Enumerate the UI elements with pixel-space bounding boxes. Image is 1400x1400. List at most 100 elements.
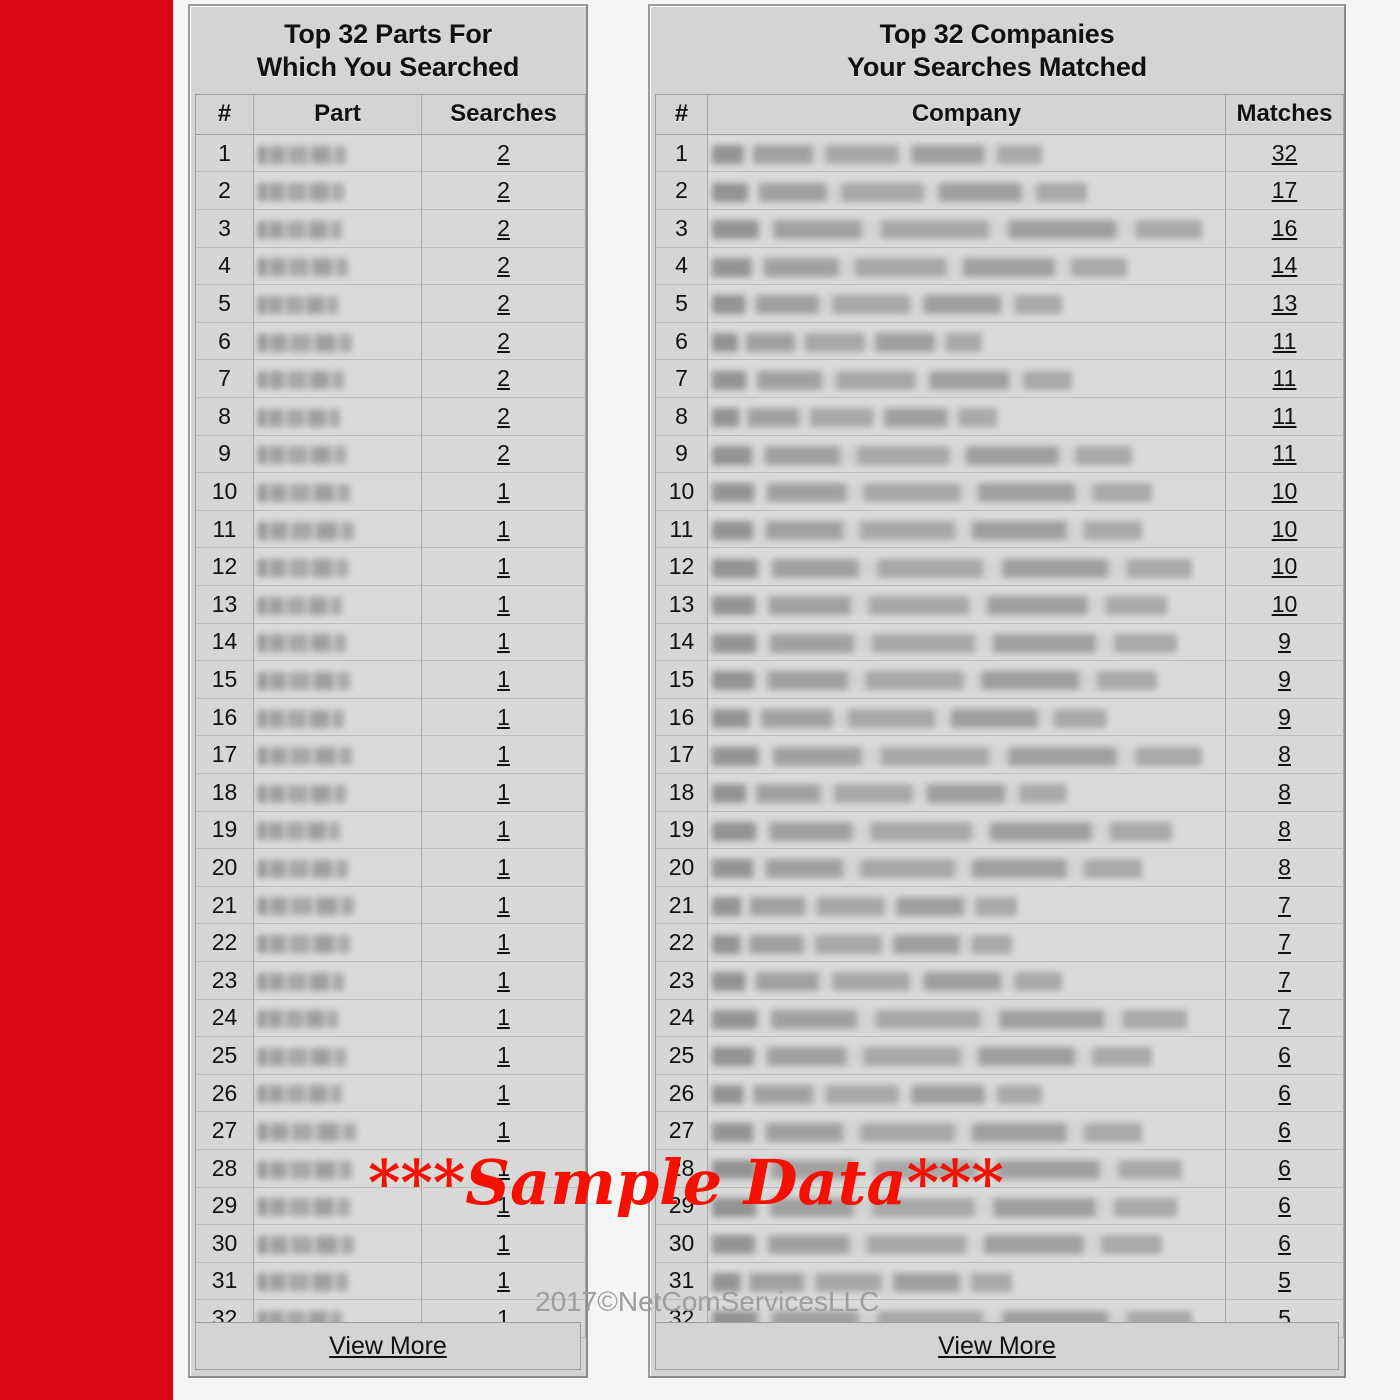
company-name-cell[interactable] <box>708 210 1226 248</box>
company-name-cell[interactable] <box>708 172 1226 211</box>
search-count-cell[interactable]: 1 <box>422 1037 586 1075</box>
match-count-link[interactable]: 9 <box>1278 628 1291 654</box>
company-name-cell[interactable] <box>708 1149 1226 1188</box>
match-count-cell[interactable]: 11 <box>1226 322 1344 361</box>
company-name-cell[interactable] <box>708 1262 1226 1301</box>
part-name-cell[interactable] <box>254 247 422 286</box>
company-name-cell[interactable] <box>708 736 1226 774</box>
match-count-cell[interactable]: 14 <box>1226 247 1344 286</box>
part-name-cell[interactable] <box>254 1149 422 1188</box>
search-count-link[interactable]: 1 <box>497 1080 510 1106</box>
match-count-cell[interactable]: 13 <box>1226 285 1344 323</box>
company-name-cell[interactable] <box>708 586 1226 624</box>
match-count-link[interactable]: 10 <box>1272 478 1298 504</box>
company-name-cell[interactable] <box>708 698 1226 737</box>
company-name-cell[interactable] <box>708 661 1226 699</box>
part-name-cell[interactable] <box>254 698 422 737</box>
search-count-cell[interactable]: 2 <box>422 134 586 173</box>
parts-view-more-row[interactable]: View More <box>195 1322 581 1370</box>
match-count-link[interactable]: 8 <box>1278 779 1291 805</box>
match-count-link[interactable]: 8 <box>1278 741 1291 767</box>
companies-view-more-link[interactable]: View More <box>938 1332 1056 1361</box>
part-name-cell[interactable] <box>254 961 422 1000</box>
match-count-link[interactable]: 11 <box>1273 365 1297 391</box>
search-count-cell[interactable]: 2 <box>422 360 586 399</box>
company-name-cell[interactable] <box>708 924 1226 962</box>
match-count-cell[interactable]: 11 <box>1226 398 1344 436</box>
search-count-cell[interactable]: 1 <box>422 1225 586 1263</box>
search-count-link[interactable]: 2 <box>497 215 510 241</box>
part-name-cell[interactable] <box>254 849 422 887</box>
search-count-cell[interactable]: 1 <box>422 999 586 1038</box>
match-count-cell[interactable]: 6 <box>1226 1074 1344 1113</box>
match-count-cell[interactable]: 8 <box>1226 811 1344 850</box>
part-name-cell[interactable] <box>254 1187 422 1226</box>
search-count-link[interactable]: 1 <box>497 741 510 767</box>
match-count-link[interactable]: 7 <box>1278 967 1291 993</box>
search-count-cell[interactable]: 1 <box>422 1262 586 1301</box>
match-count-cell[interactable]: 32 <box>1226 134 1344 173</box>
match-count-link[interactable]: 8 <box>1278 816 1291 842</box>
part-name-cell[interactable] <box>254 623 422 662</box>
search-count-cell[interactable]: 1 <box>422 1149 586 1188</box>
search-count-cell[interactable]: 1 <box>422 924 586 962</box>
company-name-cell[interactable] <box>708 247 1226 286</box>
search-count-link[interactable]: 1 <box>497 553 510 579</box>
match-count-link[interactable]: 5 <box>1278 1267 1291 1293</box>
part-name-cell[interactable] <box>254 1074 422 1113</box>
match-count-cell[interactable]: 9 <box>1226 623 1344 662</box>
company-name-cell[interactable] <box>708 999 1226 1038</box>
parts-view-more-link[interactable]: View More <box>329 1332 447 1361</box>
search-count-cell[interactable]: 2 <box>422 322 586 361</box>
match-count-cell[interactable]: 10 <box>1226 548 1344 586</box>
match-count-cell[interactable]: 9 <box>1226 661 1344 699</box>
match-count-cell[interactable]: 6 <box>1226 1149 1344 1188</box>
search-count-link[interactable]: 1 <box>497 779 510 805</box>
company-name-cell[interactable] <box>708 1225 1226 1263</box>
search-count-cell[interactable]: 1 <box>422 661 586 699</box>
search-count-cell[interactable]: 2 <box>422 435 586 474</box>
search-count-link[interactable]: 1 <box>497 929 510 955</box>
match-count-link[interactable]: 6 <box>1278 1192 1291 1218</box>
search-count-link[interactable]: 1 <box>497 1155 510 1181</box>
match-count-link[interactable]: 10 <box>1272 553 1298 579</box>
match-count-link[interactable]: 7 <box>1278 929 1291 955</box>
search-count-cell[interactable]: 1 <box>422 548 586 586</box>
match-count-cell[interactable]: 10 <box>1226 510 1344 549</box>
match-count-link[interactable]: 6 <box>1278 1042 1291 1068</box>
match-count-link[interactable]: 6 <box>1278 1117 1291 1143</box>
company-name-cell[interactable] <box>708 134 1226 173</box>
search-count-link[interactable]: 1 <box>497 967 510 993</box>
search-count-cell[interactable]: 2 <box>422 210 586 248</box>
part-name-cell[interactable] <box>254 586 422 624</box>
company-name-cell[interactable] <box>708 623 1226 662</box>
search-count-cell[interactable]: 1 <box>422 811 586 850</box>
part-name-cell[interactable] <box>254 661 422 699</box>
match-count-cell[interactable]: 10 <box>1226 473 1344 511</box>
search-count-link[interactable]: 2 <box>497 365 510 391</box>
match-count-link[interactable]: 7 <box>1278 1004 1291 1030</box>
search-count-link[interactable]: 1 <box>497 892 510 918</box>
part-name-cell[interactable] <box>254 886 422 925</box>
part-name-cell[interactable] <box>254 360 422 399</box>
search-count-link[interactable]: 2 <box>497 140 510 166</box>
part-name-cell[interactable] <box>254 1112 422 1150</box>
company-name-cell[interactable] <box>708 849 1226 887</box>
search-count-cell[interactable]: 1 <box>422 773 586 812</box>
part-name-cell[interactable] <box>254 1262 422 1301</box>
match-count-cell[interactable]: 11 <box>1226 435 1344 474</box>
match-count-link[interactable]: 10 <box>1272 591 1298 617</box>
match-count-link[interactable]: 9 <box>1278 704 1291 730</box>
search-count-cell[interactable]: 2 <box>422 398 586 436</box>
part-name-cell[interactable] <box>254 548 422 586</box>
search-count-cell[interactable]: 1 <box>422 623 586 662</box>
search-count-cell[interactable]: 1 <box>422 1112 586 1150</box>
match-count-cell[interactable]: 7 <box>1226 961 1344 1000</box>
match-count-cell[interactable]: 7 <box>1226 999 1344 1038</box>
company-name-cell[interactable] <box>708 285 1226 323</box>
company-name-cell[interactable] <box>708 773 1226 812</box>
match-count-link[interactable]: 11 <box>1273 328 1297 354</box>
search-count-link[interactable]: 1 <box>497 704 510 730</box>
part-name-cell[interactable] <box>254 398 422 436</box>
part-name-cell[interactable] <box>254 999 422 1038</box>
